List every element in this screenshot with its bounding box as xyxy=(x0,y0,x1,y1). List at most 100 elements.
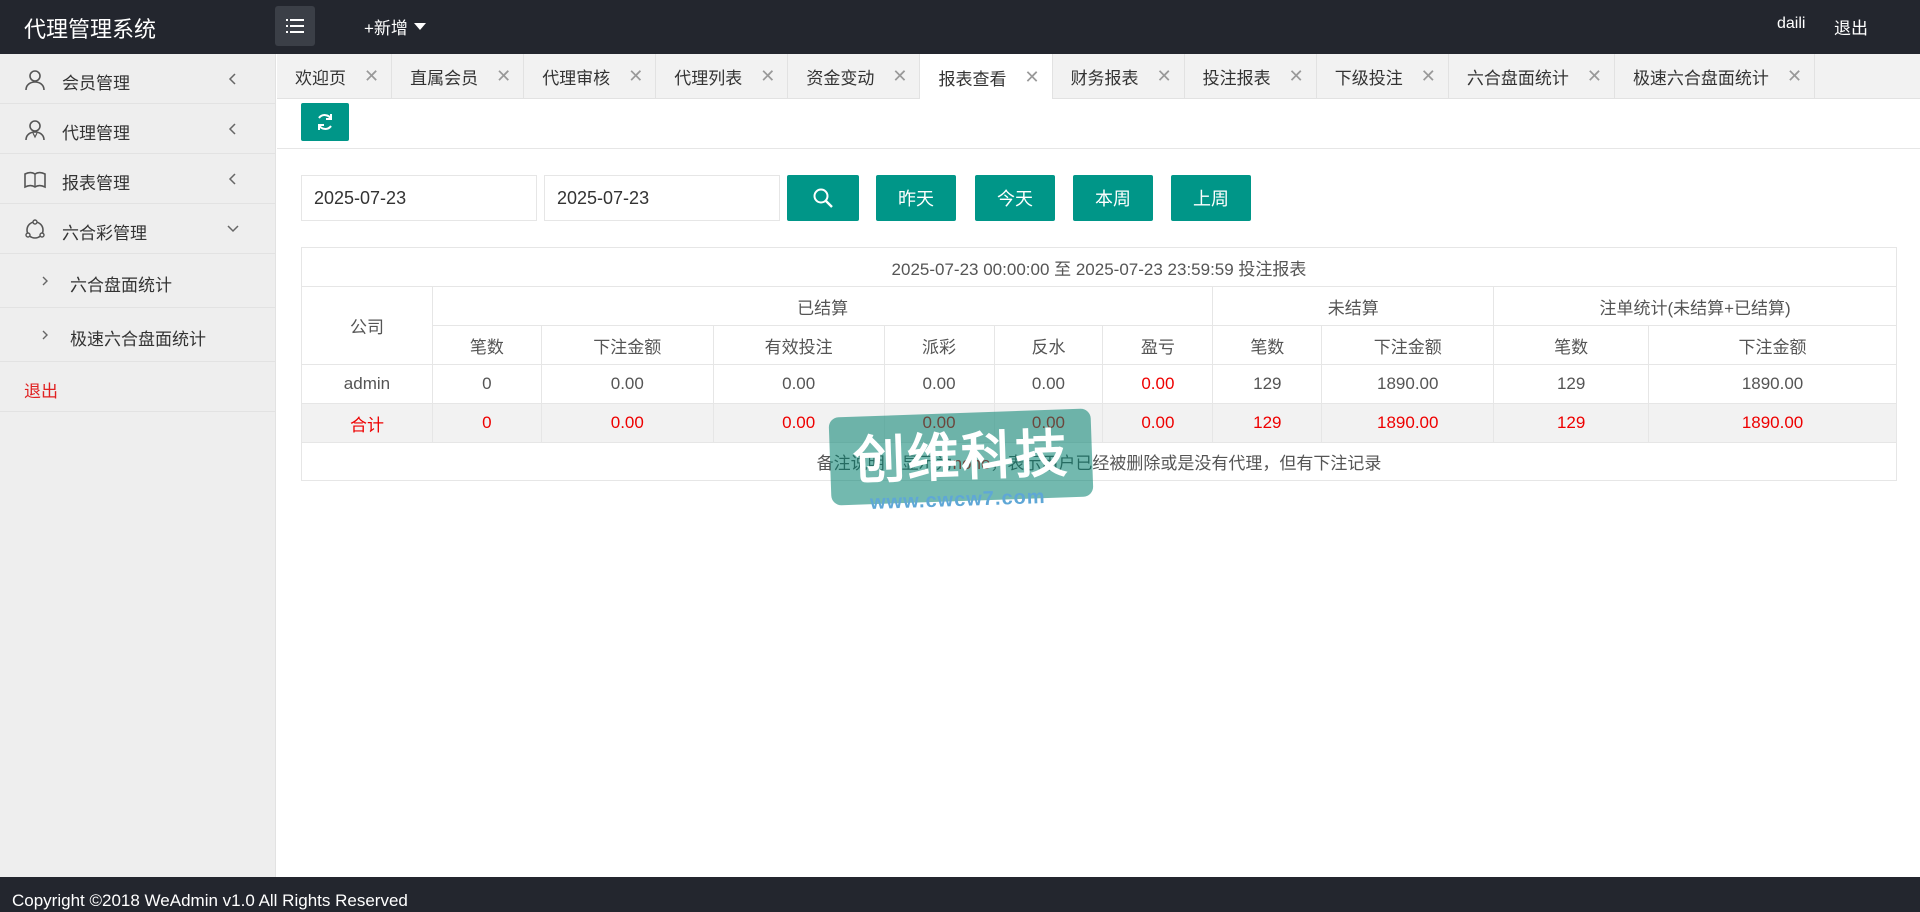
close-icon[interactable]: ✕ xyxy=(1157,66,1172,87)
tab-bar: 欢迎页 ✕ 直属会员 ✕ 代理审核 ✕ 代理列表 ✕ 资金变动 ✕ 报表查看 ✕ 财务报表 ✕… xyxy=(277,54,1920,100)
cell: 0 xyxy=(431,403,542,443)
close-icon[interactable]: ✕ xyxy=(1421,66,1436,87)
note-none: none xyxy=(952,454,991,473)
sidebar-item-members[interactable]: 会员管理 xyxy=(0,54,275,104)
last-week-button[interactable]: 上周 xyxy=(1171,175,1251,221)
start-date-input[interactable] xyxy=(301,175,537,221)
sidebar-subitem-fast-liuhe-stats[interactable]: 极速六合盘面统计 xyxy=(0,308,275,362)
close-icon[interactable]: ✕ xyxy=(628,66,643,87)
cell-company: admin xyxy=(301,364,433,404)
new-label: +新增 xyxy=(364,19,408,38)
toolbar-divider xyxy=(277,148,1920,149)
copyright-text: Copyright ©2018 WeAdmin v1.0 All Rights … xyxy=(12,891,408,910)
sidebar: 会员管理 代理管理 报表管理 六合彩管理 六合盘面统计 极速六合盘面统计 退出 xyxy=(0,54,276,877)
tab-label: 代理审核 xyxy=(542,69,611,88)
tab-agent-list[interactable]: 代理列表 ✕ xyxy=(656,54,789,99)
sidebar-item-label: 报表管理 xyxy=(62,174,130,193)
chevron-right-icon xyxy=(42,330,48,340)
header-logout-link[interactable]: 退出 xyxy=(1834,14,1868,39)
app-logo: 代理管理系统 xyxy=(24,17,157,42)
sidebar-item-label: 六合彩管理 xyxy=(62,224,147,243)
cell: 0.00 xyxy=(540,403,714,443)
tab-agent-review[interactable]: 代理审核 ✕ xyxy=(524,54,657,99)
user-icon xyxy=(25,70,45,91)
cell: 0.00 xyxy=(883,403,995,443)
cell: 1890.00 xyxy=(1321,364,1495,404)
cell: 0.00 xyxy=(712,403,885,443)
tab-report-view[interactable]: 报表查看 ✕ xyxy=(920,54,1053,100)
sidebar-item-reports[interactable]: 报表管理 xyxy=(0,154,275,204)
sidebar-item-agents[interactable]: 代理管理 xyxy=(0,104,275,154)
sidebar-item-label: 代理管理 xyxy=(62,124,130,143)
tab-welcome[interactable]: 欢迎页 ✕ xyxy=(277,54,393,99)
note-text: 备注说明：显示为none，表示用户已经被删除或是没有代理，但有下注记录 xyxy=(301,442,1897,481)
tab-finance-report[interactable]: 财务报表 ✕ xyxy=(1053,54,1185,99)
col-header: 盈亏 xyxy=(1102,325,1214,365)
report-caption: 2025-07-23 00:00:00 至 2025-07-23 23:59:5… xyxy=(301,247,1897,287)
sidebar-subitem-label: 极速六合盘面统计 xyxy=(70,330,206,349)
tab-label: 投注报表 xyxy=(1202,69,1271,88)
menu-toggle-button[interactable] xyxy=(275,6,315,46)
tab-liuhe-stats[interactable]: 六合盘面统计 ✕ xyxy=(1449,54,1615,99)
cell: 0.00 xyxy=(993,403,1104,443)
close-icon[interactable]: ✕ xyxy=(364,66,379,87)
tab-label: 欢迎页 xyxy=(295,69,346,88)
close-icon[interactable]: ✕ xyxy=(496,66,511,87)
col-header: 下注金额 xyxy=(1321,325,1495,365)
close-icon[interactable]: ✕ xyxy=(1289,66,1304,87)
close-icon[interactable]: ✕ xyxy=(892,66,907,87)
footer: Copyright ©2018 WeAdmin v1.0 All Rights … xyxy=(0,877,1920,912)
sidebar-logout-link[interactable]: 退出 xyxy=(0,362,275,412)
cell: 0.00 xyxy=(883,364,995,404)
sidebar-item-lottery[interactable]: 六合彩管理 xyxy=(0,204,275,254)
sidebar-subitem-liuhe-stats[interactable]: 六合盘面统计 xyxy=(0,254,275,308)
sidebar-item-label: 会员管理 xyxy=(62,74,130,93)
new-dropdown-button[interactable]: +新增 xyxy=(364,14,426,39)
close-icon[interactable]: ✕ xyxy=(760,66,775,87)
tab-label: 极速六合盘面统计 xyxy=(1632,69,1769,88)
tab-label: 六合盘面统计 xyxy=(1466,69,1569,88)
col-header: 笔数 xyxy=(1493,325,1650,365)
tab-sub-bets[interactable]: 下级投注 ✕ xyxy=(1317,54,1449,99)
lottery-icon xyxy=(25,219,45,239)
report-caption-row: 2025-07-23 00:00:00 至 2025-07-23 23:59:5… xyxy=(301,247,1897,287)
chevron-left-icon xyxy=(228,123,236,135)
cell: 0.00 xyxy=(712,364,885,404)
close-icon[interactable]: ✕ xyxy=(1024,67,1039,88)
note-row: 备注说明：显示为none，表示用户已经被删除或是没有代理，但有下注记录 xyxy=(301,442,1897,481)
cell: 1890.00 xyxy=(1648,364,1897,404)
sidebar-subitem-label: 六合盘面统计 xyxy=(70,276,172,295)
end-date-input[interactable] xyxy=(544,175,780,221)
sidebar-logout-label: 退出 xyxy=(24,382,58,401)
this-week-button[interactable]: 本周 xyxy=(1073,175,1153,221)
header-sub-row: 笔数 下注金额 有效投注 派彩 反水 盈亏 笔数 下注金额 笔数 下注金额 xyxy=(302,325,1897,365)
cell-total-label: 合计 xyxy=(301,403,433,443)
table-row: admin 0 0.00 0.00 0.00 0.00 0.00 129 189… xyxy=(301,364,1897,404)
close-icon[interactable]: ✕ xyxy=(1587,66,1602,87)
tab-label: 资金变动 xyxy=(806,69,875,88)
cell: 1890.00 xyxy=(1321,403,1495,443)
cell: 0.00 xyxy=(993,364,1104,404)
tab-label: 直属会员 xyxy=(410,69,479,88)
book-icon xyxy=(24,171,46,189)
chevron-left-icon xyxy=(228,73,236,85)
tab-direct-members[interactable]: 直属会员 ✕ xyxy=(392,54,525,99)
cell: 129 xyxy=(1493,403,1650,443)
tab-fast-liuhe-stats[interactable]: 极速六合盘面统计 ✕ xyxy=(1615,54,1816,99)
col-header: 派彩 xyxy=(883,325,995,365)
today-button[interactable]: 今天 xyxy=(975,175,1055,221)
note-suffix: ，表示用户已经被删除或是没有代理，但有下注记录 xyxy=(990,454,1382,473)
yesterday-button[interactable]: 昨天 xyxy=(876,175,956,221)
tab-bet-report[interactable]: 投注报表 ✕ xyxy=(1185,54,1317,99)
col-header: 反水 xyxy=(993,325,1104,365)
tab-label: 财务报表 xyxy=(1070,69,1139,88)
tab-fund-changes[interactable]: 资金变动 ✕ xyxy=(788,54,921,99)
col-header: 下注金额 xyxy=(1648,325,1897,365)
cell: 0.00 xyxy=(1102,403,1214,443)
chevron-down-icon xyxy=(227,225,239,233)
close-icon[interactable]: ✕ xyxy=(1787,66,1802,87)
cell: 129 xyxy=(1212,364,1323,404)
search-button[interactable] xyxy=(787,175,859,221)
refresh-button[interactable] xyxy=(301,103,349,141)
user-name[interactable]: daili xyxy=(1777,15,1805,33)
